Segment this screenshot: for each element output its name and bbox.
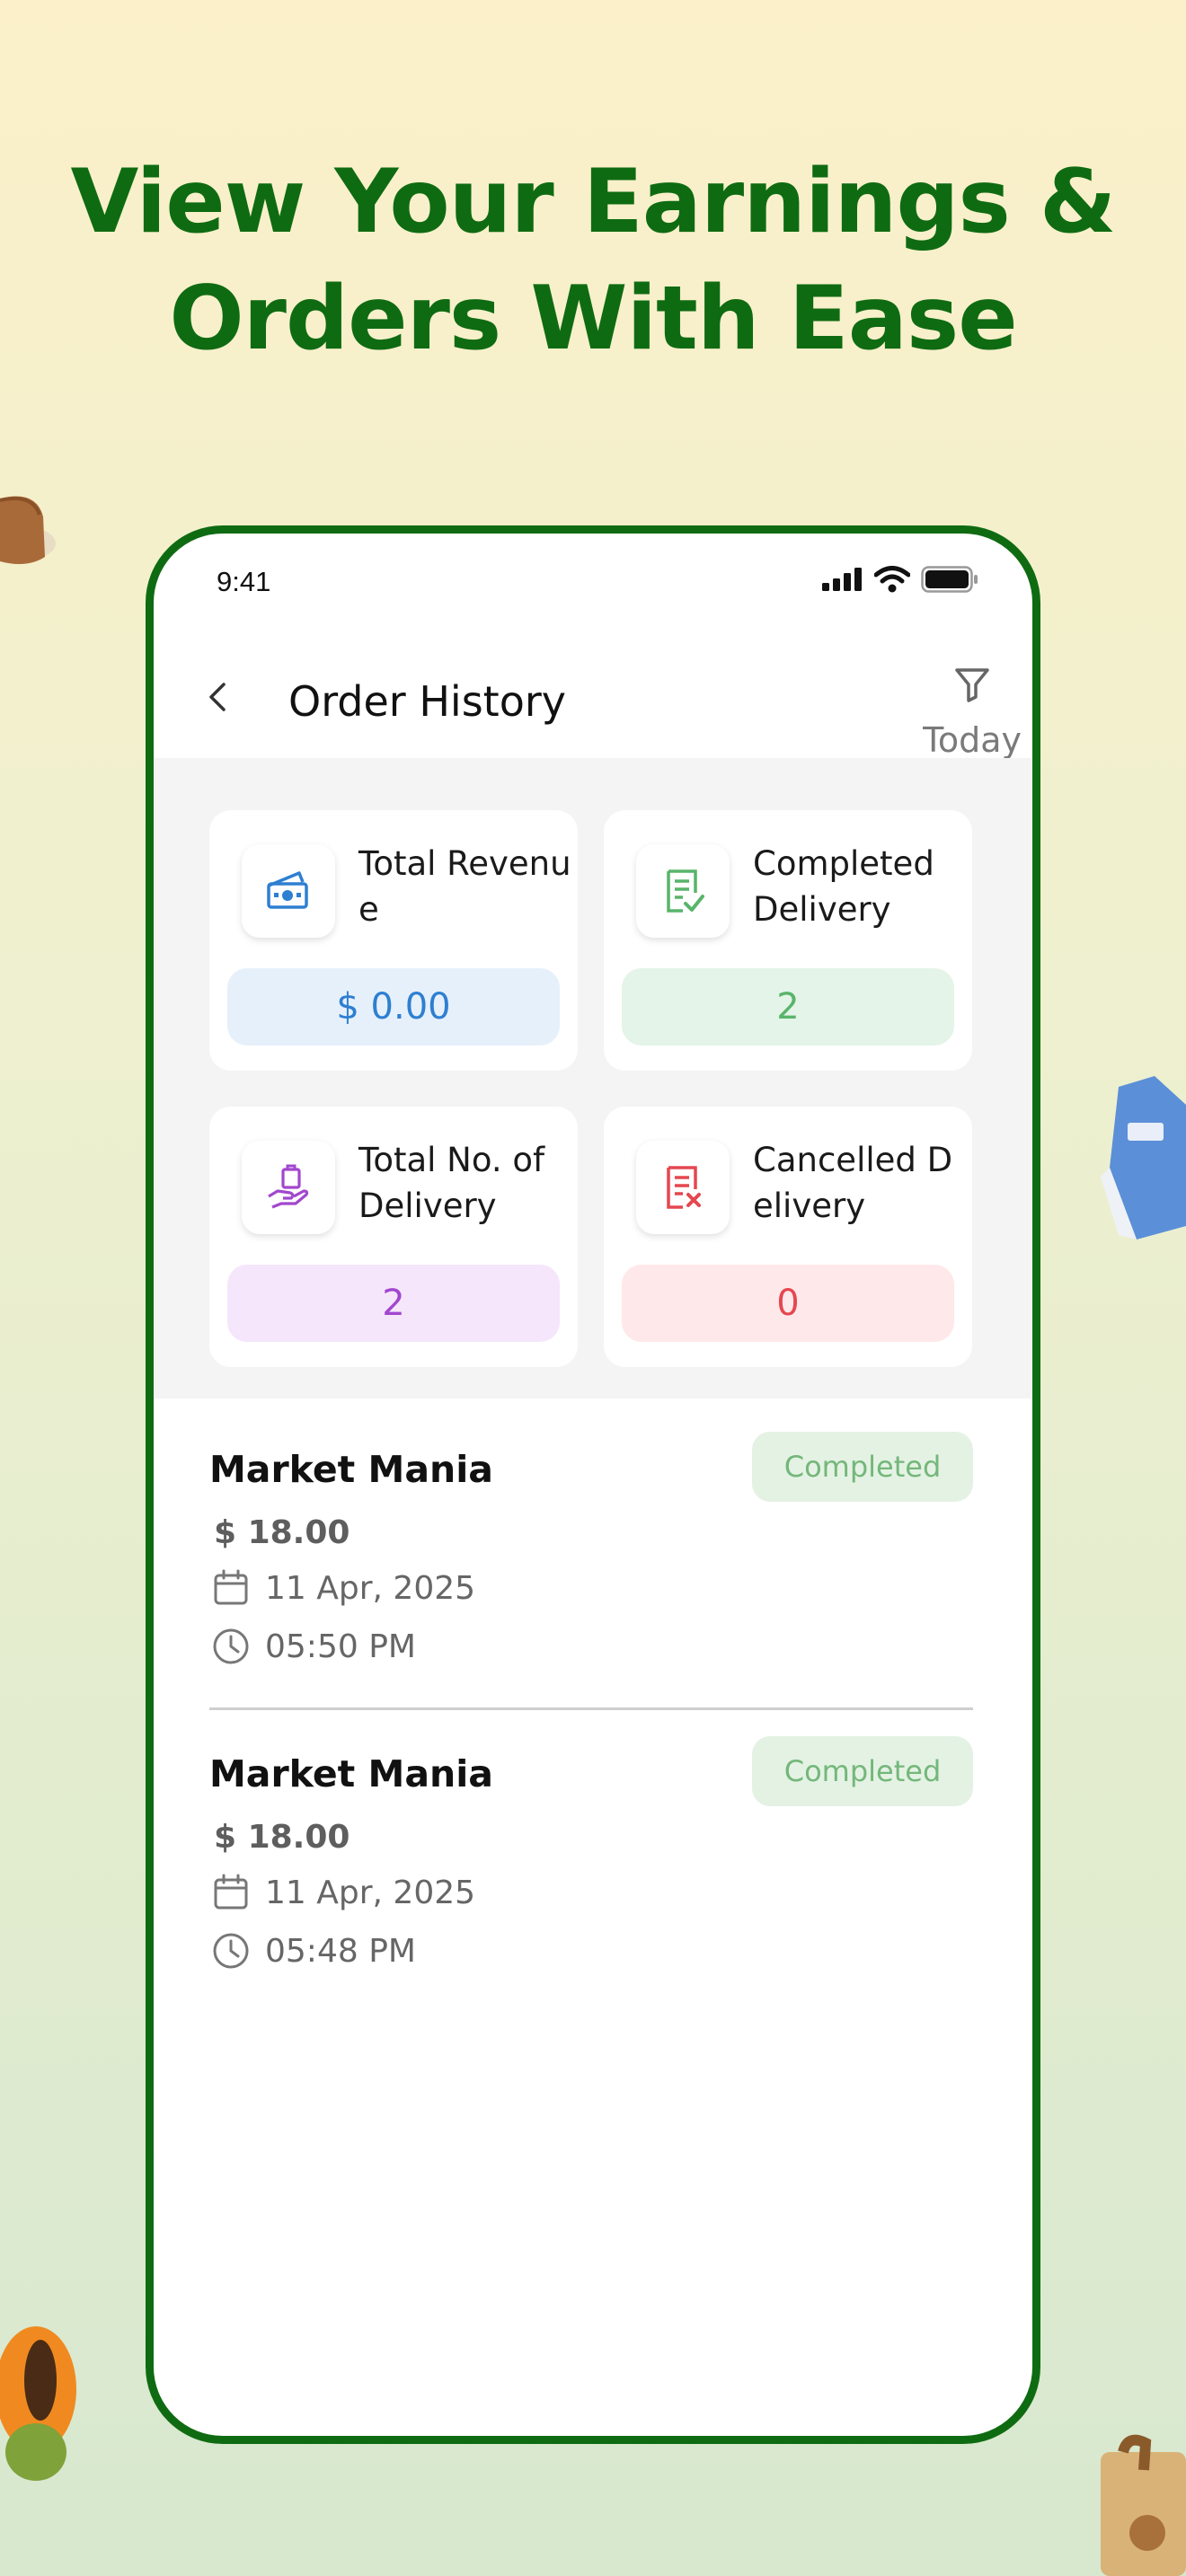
stat-label: Completed Delivery	[753, 844, 934, 929]
back-button[interactable]	[206, 679, 242, 715]
order-item[interactable]: Market Mania Completed $ 18.00 11 Apr, 2…	[209, 1736, 973, 2024]
headline-line-2: Orders With Ease	[169, 268, 1017, 370]
status-icons	[822, 566, 978, 593]
calendar-icon	[214, 1874, 248, 1910]
status-bar: 9:41	[154, 534, 1032, 632]
stat-value: 2	[622, 968, 954, 1045]
order-store-name: Market Mania	[209, 1752, 493, 1795]
stat-card-cancelled-delivery: Cancelled Delivery 0	[604, 1107, 972, 1367]
money-icon	[242, 844, 335, 938]
order-time: 05:50 PM	[265, 1628, 416, 1665]
order-item[interactable]: Market Mania Completed $ 18.00 11 Apr, 2…	[209, 1432, 973, 1719]
stat-card-total-deliveries: Total No. of Delivery 2	[209, 1107, 578, 1367]
order-price: $ 18.00	[214, 1514, 350, 1551]
hand-package-icon	[242, 1141, 335, 1234]
order-time: 05:48 PM	[265, 1932, 416, 1970]
status-badge: Completed	[752, 1736, 973, 1806]
wifi-icon	[874, 566, 910, 593]
headline-line-1: View Your Earnings &	[70, 151, 1117, 253]
page-title: Order History	[288, 677, 566, 726]
order-store-name: Market Mania	[209, 1448, 493, 1491]
order-date: 11 Apr, 2025	[265, 1569, 476, 1607]
phone-frame: 9:41 Order History Today Total Revenue $…	[146, 525, 1040, 2444]
stat-value: 0	[622, 1265, 954, 1342]
chevron-left-icon	[209, 683, 226, 711]
papaya-illustration	[0, 2326, 76, 2481]
filter-label[interactable]: Today	[923, 720, 1022, 760]
stat-value: $ 0.00	[227, 968, 560, 1045]
order-date-row: 11 Apr, 2025	[211, 1568, 475, 1608]
signal-icon	[822, 568, 862, 591]
checklist-icon	[636, 844, 730, 938]
stat-label: Cancelled Delivery	[753, 1141, 953, 1225]
app-bar: Order History Today	[154, 632, 1032, 760]
stat-card-total-revenue: Total Revenue $ 0.00	[209, 810, 578, 1071]
order-time-row: 05:48 PM	[211, 1931, 416, 1971]
clock-icon	[213, 1628, 249, 1664]
stat-label: Total No. of Delivery	[358, 1141, 545, 1225]
bread-illustration	[0, 496, 56, 565]
order-date-row: 11 Apr, 2025	[211, 1873, 475, 1912]
stat-label: Total Revenue	[358, 844, 571, 929]
stat-card-completed-delivery: Completed Delivery 2	[604, 810, 972, 1071]
cancel-receipt-icon	[636, 1141, 730, 1234]
paper-bag-illustration	[1101, 2434, 1186, 2576]
status-time: 9:41	[217, 566, 271, 597]
calendar-icon	[214, 1569, 248, 1605]
headline: View Your Earnings & Orders With Ease	[0, 144, 1186, 377]
milk-carton-illustration	[1101, 1076, 1186, 1239]
stat-value: 2	[227, 1265, 560, 1342]
stats-section: Total Revenue $ 0.00 Completed Delivery …	[154, 758, 1032, 1398]
filter-icon[interactable]	[952, 665, 992, 704]
battery-icon	[921, 566, 978, 593]
clock-icon	[213, 1933, 249, 1969]
order-date: 11 Apr, 2025	[265, 1874, 476, 1911]
order-price: $ 18.00	[214, 1819, 350, 1856]
order-divider	[209, 1707, 973, 1710]
order-time-row: 05:50 PM	[211, 1627, 416, 1666]
status-badge: Completed	[752, 1432, 973, 1502]
